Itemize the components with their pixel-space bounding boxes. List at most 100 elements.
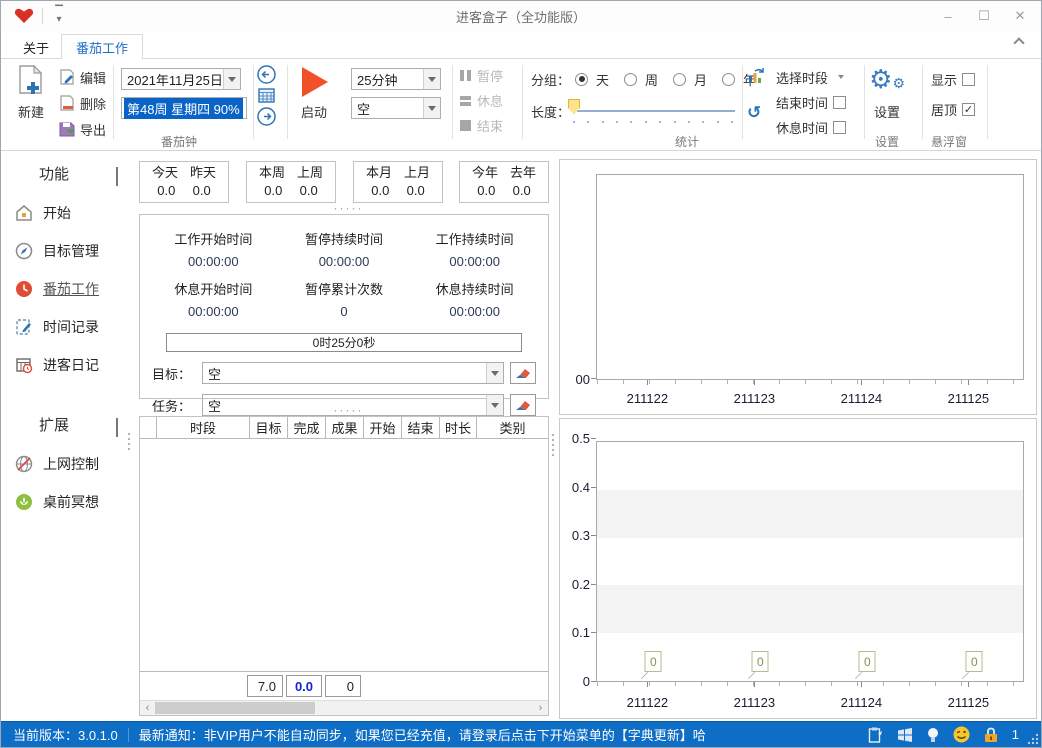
show-float-checkbox[interactable] — [962, 72, 976, 86]
sidebar-item-start[interactable]: 开始 — [1, 194, 136, 232]
windows-icon[interactable] — [897, 727, 913, 743]
sidebar-item-goal-management[interactable]: 目标管理 — [1, 232, 136, 270]
radio-month[interactable] — [673, 72, 687, 86]
stat-box-month: 本月 上月 0.0 0.0 — [353, 161, 443, 203]
length-label: 长度： — [531, 104, 571, 120]
tab-about[interactable]: 关于 — [9, 35, 63, 60]
export-button[interactable]: 导出 — [59, 119, 106, 139]
timer-progress-bar: 0时25分0秒 — [166, 333, 522, 352]
topmost-option[interactable]: 居顶 — [931, 99, 976, 119]
radio-year[interactable] — [722, 72, 736, 86]
sidebar-section-functions[interactable]: 功能 — [1, 151, 136, 194]
pause-button[interactable]: 暂停 — [459, 65, 503, 85]
settings-button[interactable]: ⚙⚙ 设置 — [867, 65, 907, 121]
radio-week[interactable] — [624, 72, 638, 86]
col-header-goal[interactable]: 目标 — [250, 417, 288, 438]
horizontal-scrollbar[interactable]: ‹ › — [140, 700, 548, 715]
refresh-stats-button[interactable] — [747, 67, 765, 88]
rest-time-option[interactable]: 休息时间 — [776, 117, 847, 137]
horizontal-splitter-handle[interactable]: ····· — [136, 404, 561, 416]
col-header-end[interactable]: 结束 — [402, 417, 440, 438]
goal-combo[interactable]: 空 — [202, 362, 504, 384]
clipboard-icon[interactable] — [868, 727, 883, 743]
rest-time-checkbox[interactable] — [833, 120, 847, 134]
col-header-duration[interactable]: 时长 — [440, 417, 477, 438]
scrollbar-thumb[interactable] — [155, 702, 315, 714]
col-header[interactable] — [140, 417, 157, 438]
reset-button[interactable]: ↺ — [747, 103, 761, 123]
duration-combo[interactable]: 25分钟 — [351, 68, 441, 90]
horizontal-splitter-handle[interactable]: ····· — [136, 202, 561, 214]
sidebar-item-label: 桌前冥想 — [43, 494, 99, 510]
end-button[interactable]: 结束 — [459, 115, 503, 135]
stat-value: 0.0 — [477, 183, 496, 198]
sidebar-item-internet-control[interactable]: 上网控制 — [1, 445, 136, 483]
rest-button[interactable]: 休息 — [459, 90, 503, 110]
col-header-result[interactable]: 成果 — [326, 417, 364, 438]
end-time-option[interactable]: 结束时间 — [776, 92, 847, 112]
radio-day[interactable] — [575, 72, 588, 86]
smiley-icon[interactable] — [953, 726, 970, 743]
tab-pomodoro-work[interactable]: 番茄工作 — [61, 34, 144, 61]
preset-task-combo-arrow-icon[interactable] — [423, 98, 440, 118]
delete-button[interactable]: 删除 — [59, 93, 106, 113]
sidebar-section-extensions[interactable]: 扩展 — [1, 402, 136, 445]
end-time-checkbox[interactable] — [833, 95, 847, 109]
statusbar-separator — [127, 727, 129, 742]
new-document-icon — [19, 65, 43, 94]
goal-combo-arrow-icon[interactable] — [486, 363, 503, 383]
quick-access-customize-icon[interactable]: ▔ ▾ — [51, 7, 67, 25]
clear-goal-button[interactable] — [510, 362, 536, 384]
next-day-icon[interactable] — [257, 107, 276, 126]
sidebar-item-meditation[interactable]: 桌前冥想 — [1, 483, 136, 521]
stat-label: 今年 — [471, 165, 498, 180]
field-label: 休息持续时间 — [435, 282, 514, 297]
xtick-label: 211122 — [626, 391, 669, 406]
close-button[interactable]: ✕ — [1009, 6, 1031, 26]
total-planned: 7.0 — [247, 675, 283, 697]
meditation-icon — [16, 494, 32, 510]
minimize-button[interactable]: – — [937, 6, 959, 26]
date-picker-arrow-icon[interactable] — [223, 69, 240, 89]
records-table: 时段 目标 完成 成果 开始 结束 时长 类别 7.0 0.0 0 ‹ › — [139, 416, 549, 716]
start-button[interactable]: 启动 — [294, 65, 334, 121]
goal-combo-value: 空 — [208, 366, 222, 382]
select-period-label: 选择时段 — [776, 70, 829, 86]
col-header-done[interactable]: 完成 — [288, 417, 326, 438]
field-label: 休息开始时间 — [174, 282, 253, 297]
lightbulb-icon[interactable] — [927, 727, 939, 743]
sidebar-splitter-handle[interactable] — [128, 433, 130, 450]
duration-combo-arrow-icon[interactable] — [423, 69, 440, 89]
stat-value: 0.0 — [192, 183, 211, 198]
calendar-picker-icon[interactable] — [258, 88, 275, 103]
topmost-checkbox[interactable] — [962, 102, 976, 116]
col-header-category[interactable]: 类别 — [477, 417, 548, 438]
ytick-label: 0.5 — [571, 431, 590, 446]
records-table-body[interactable] — [140, 439, 548, 671]
week-info-field[interactable]: 第48周 星期四 90% — [121, 97, 247, 119]
preset-task-combo[interactable]: 空 — [351, 97, 441, 119]
radio-month-label: 月 — [694, 72, 708, 88]
sidebar-item-diary[interactable]: 进客日记 — [1, 346, 136, 384]
col-header-start[interactable]: 开始 — [364, 417, 402, 438]
new-button[interactable]: 新建 — [11, 65, 51, 121]
resize-grip-icon[interactable] — [1027, 733, 1039, 745]
panel-splitter-handle[interactable] — [552, 434, 554, 456]
internet-control-icon — [15, 455, 33, 473]
maximize-button[interactable]: ☐ — [973, 6, 995, 26]
col-header-period[interactable]: 时段 — [157, 417, 250, 438]
stat-box-year: 今年 去年 0.0 0.0 — [459, 161, 549, 203]
scroll-left-icon[interactable]: ‹ — [140, 701, 155, 716]
stat-box-today: 今天 昨天 0.0 0.0 — [139, 161, 229, 203]
scroll-right-icon[interactable]: › — [533, 701, 548, 716]
lock-icon[interactable] — [984, 727, 998, 743]
collapse-ribbon-icon[interactable] — [1013, 37, 1029, 49]
show-float-option[interactable]: 显示 — [931, 69, 976, 89]
sidebar-item-time-record[interactable]: 时间记录 — [1, 308, 136, 346]
sidebar-item-pomodoro-work[interactable]: 番茄工作 — [1, 270, 136, 308]
edit-button[interactable]: 编辑 — [59, 67, 106, 87]
length-slider-track[interactable] — [577, 110, 735, 112]
date-picker[interactable]: 2021年11月25日 — [121, 68, 241, 90]
select-period-dropdown[interactable]: 选择时段 — [776, 67, 845, 87]
previous-day-icon[interactable] — [257, 65, 276, 84]
